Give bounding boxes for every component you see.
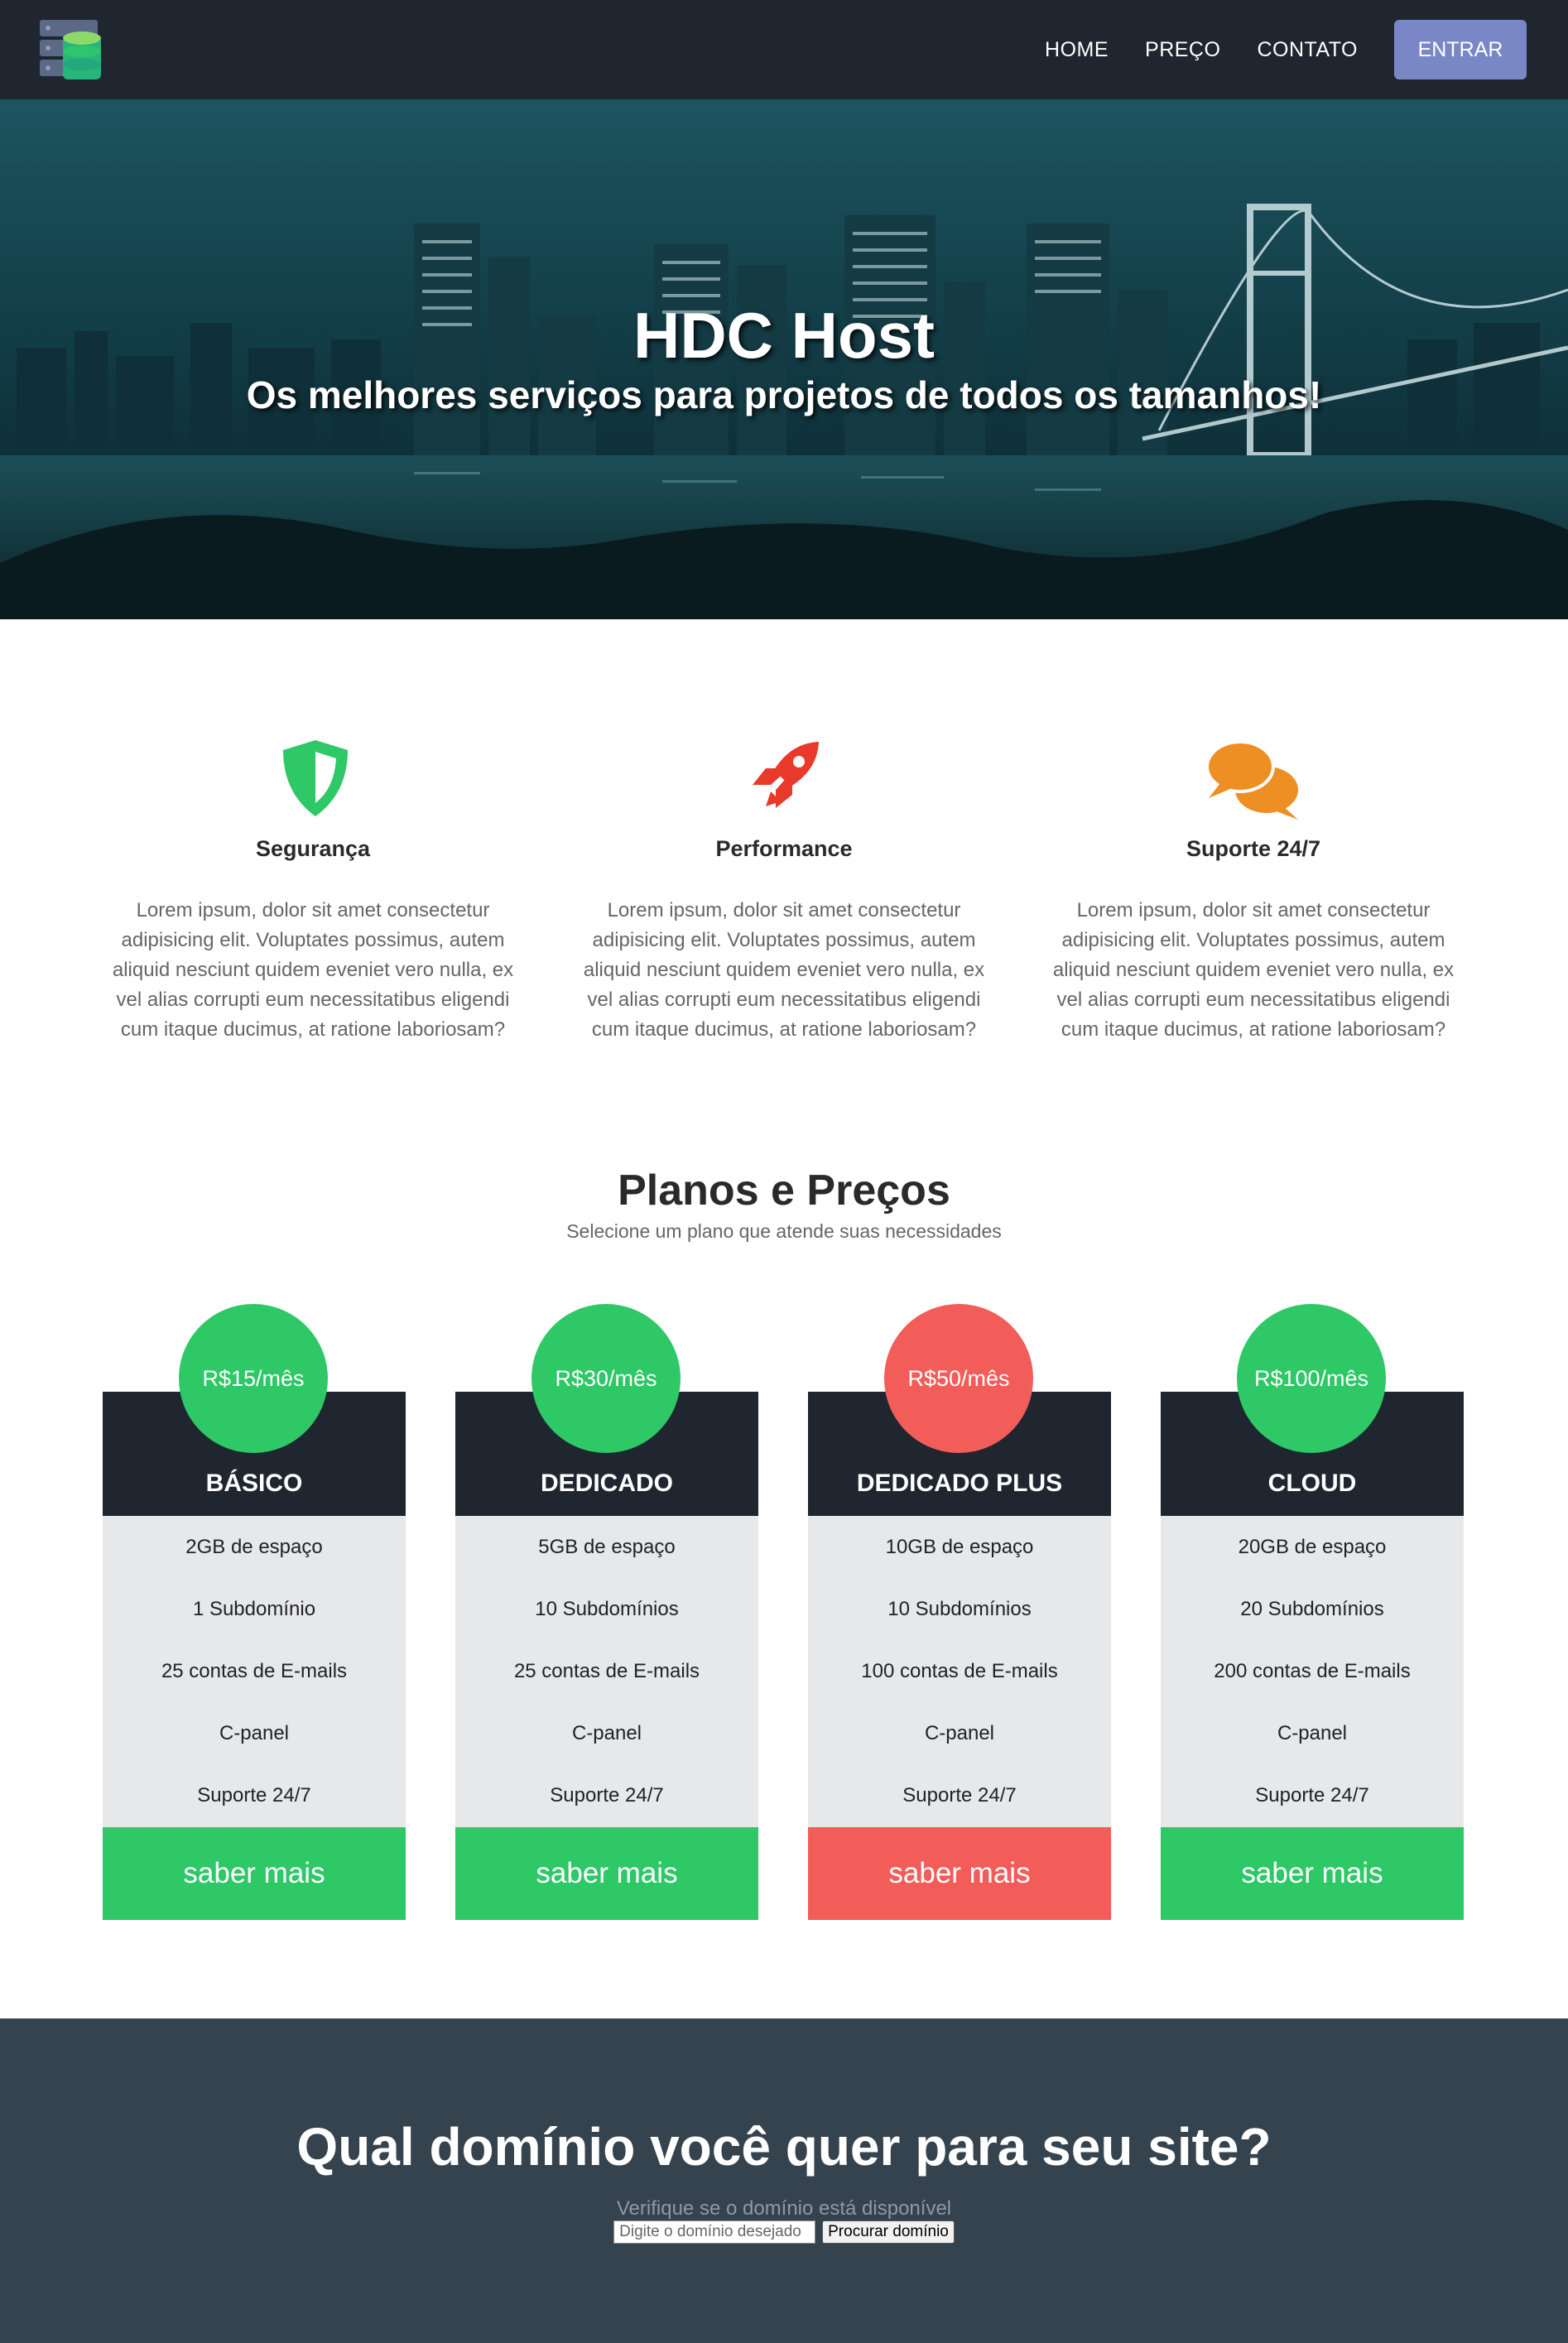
plan-feature-item: 5GB de espaço xyxy=(538,1535,676,1558)
plan-card-dedicado: R$30/mês DEDICADO 5GB de espaço 10 Subdo… xyxy=(455,1304,758,1920)
plan-feature-item: Suporte 24/7 xyxy=(1255,1783,1369,1807)
plan-features-list: 5GB de espaço 10 Subdomínios 25 contas d… xyxy=(455,1516,758,1827)
plan-feature-item: C-panel xyxy=(924,1721,995,1744)
saber-mais-button[interactable]: saber mais xyxy=(808,1827,1111,1920)
plan-feature-item: 2GB de espaço xyxy=(185,1535,323,1558)
plan-feature-item: 20GB de espaço xyxy=(1238,1535,1387,1558)
pricing-title: Planos e Preços xyxy=(618,1167,950,1215)
plan-feature-item: 20 Subdomínios xyxy=(1240,1597,1384,1620)
feature-text: Lorem ipsum, dolor sit amet consectetur … xyxy=(583,899,985,1041)
top-navbar: HOME PREÇO CONTATO ENTRAR xyxy=(0,0,1568,99)
server-database-logo-icon[interactable] xyxy=(38,18,104,81)
plan-card-dedicado-plus: R$50/mês DEDICADO PLUS 10GB de espaço 10… xyxy=(808,1304,1111,1920)
plan-feature-item: C-panel xyxy=(219,1721,290,1744)
feature-text: Lorem ipsum, dolor sit amet consectetur … xyxy=(1052,899,1455,1041)
feature-title: Segurança xyxy=(255,836,371,861)
plan-feature-item: 100 contas de E-mails xyxy=(861,1659,1058,1682)
plan-price-badge: R$100/mês xyxy=(1237,1304,1386,1453)
plan-card-basico: R$15/mês BÁSICO 2GB de espaço 1 Subdomín… xyxy=(103,1304,406,1920)
plan-feature-item: 10GB de espaço xyxy=(885,1535,1034,1558)
plan-features-list: 2GB de espaço 1 Subdomínio 25 contas de … xyxy=(103,1516,406,1827)
hero-subtitle: Os melhores serviços para projetos de to… xyxy=(246,373,1322,416)
plan-name: CLOUD xyxy=(1267,1470,1357,1497)
hero-title: HDC Host xyxy=(633,299,935,372)
plan-price-badge: R$50/mês xyxy=(884,1304,1033,1453)
feature-title: Performance xyxy=(715,836,853,861)
domain-search-section: Qual domínio você quer para seu site? Ve… xyxy=(0,2018,1568,2343)
plan-feature-item: C-panel xyxy=(1277,1721,1348,1744)
plan-features-list: 20GB de espaço 20 Subdomínios 200 contas… xyxy=(1161,1516,1464,1827)
features-section: Segurança Lorem ipsum, dolor sit amet co… xyxy=(0,619,1568,1116)
domain-title: Qual domínio você quer para seu site? xyxy=(296,2117,1272,2177)
feature-text: Lorem ipsum, dolor sit amet consectetur … xyxy=(112,899,514,1041)
nav-link-preco[interactable]: PREÇO xyxy=(1145,38,1220,62)
plan-feature-item: Suporte 24/7 xyxy=(550,1783,664,1807)
rocket-icon xyxy=(749,737,824,820)
plan-name: BÁSICO xyxy=(205,1470,303,1497)
plan-name: DEDICADO xyxy=(540,1470,673,1497)
domain-search-form: Procurar domínio xyxy=(0,2220,1568,2244)
saber-mais-button[interactable]: saber mais xyxy=(1161,1827,1464,1920)
saber-mais-button[interactable]: saber mais xyxy=(103,1827,406,1920)
hero-banner: HDC Host Os melhores serviços para proje… xyxy=(0,99,1568,619)
domain-input[interactable] xyxy=(613,2220,816,2244)
plan-feature-item: C-panel xyxy=(571,1721,642,1744)
plan-feature-item: 25 contas de E-mails xyxy=(513,1659,700,1682)
plan-features-list: 10GB de espaço 10 Subdomínios 100 contas… xyxy=(808,1516,1111,1827)
plan-feature-item: Suporte 24/7 xyxy=(902,1783,1017,1807)
saber-mais-button[interactable]: saber mais xyxy=(455,1827,758,1920)
shield-icon xyxy=(278,737,353,820)
plan-price-badge: R$30/mês xyxy=(531,1304,681,1453)
plan-name: DEDICADO PLUS xyxy=(856,1470,1063,1497)
pricing-subtitle: Selecione um plano que atende suas neces… xyxy=(566,1220,1002,1242)
plan-feature-item: 10 Subdomínios xyxy=(887,1597,1032,1620)
plan-feature-item: 200 contas de E-mails xyxy=(1214,1659,1411,1682)
plan-feature-item: 25 contas de E-mails xyxy=(161,1659,348,1682)
feature-title: Suporte 24/7 xyxy=(1186,836,1321,861)
nav-link-home[interactable]: HOME xyxy=(1045,38,1109,62)
plan-feature-item: Suporte 24/7 xyxy=(197,1783,311,1807)
plan-feature-item: 10 Subdomínios xyxy=(535,1597,679,1620)
plan-feature-item: 1 Subdomínio xyxy=(192,1597,316,1620)
login-button[interactable]: ENTRAR xyxy=(1394,20,1527,79)
plan-price-badge: R$15/mês xyxy=(179,1304,328,1453)
search-domain-button[interactable]: Procurar domínio xyxy=(822,2220,955,2244)
domain-subtitle: Verifique se o domínio está disponível xyxy=(616,2197,952,2220)
nav-link-contato[interactable]: CONTATO xyxy=(1257,38,1358,62)
chat-bubbles-icon xyxy=(1204,737,1303,820)
plan-card-cloud: R$100/mês CLOUD 20GB de espaço 20 Subdom… xyxy=(1161,1304,1464,1920)
